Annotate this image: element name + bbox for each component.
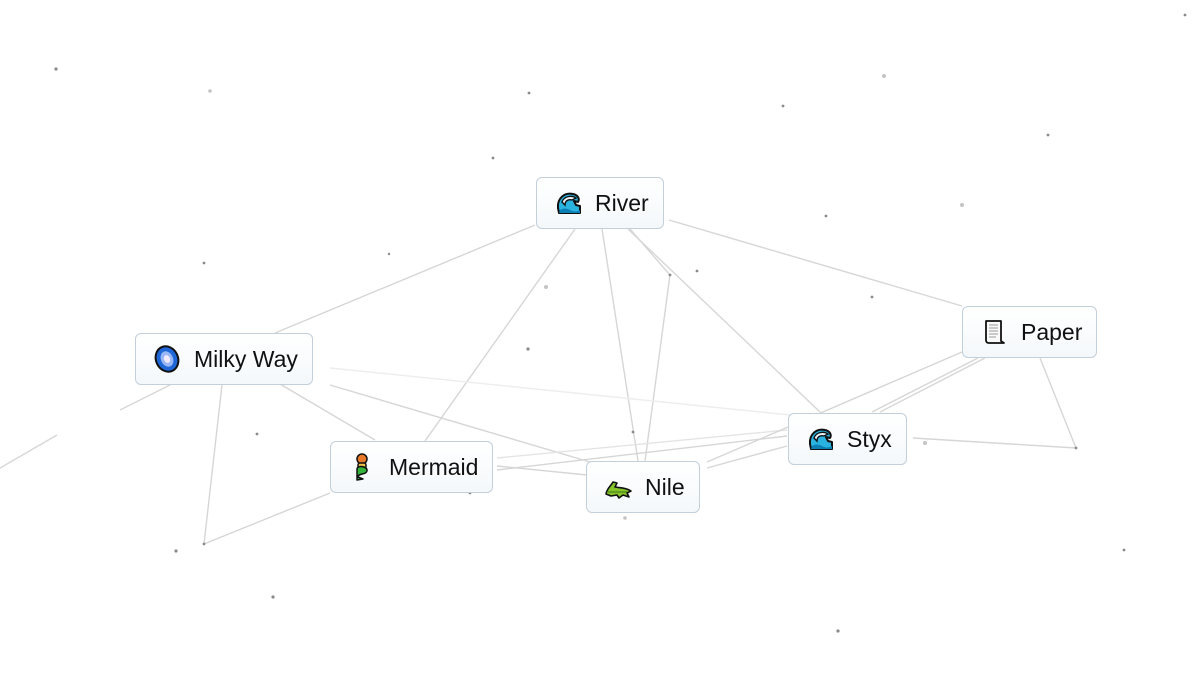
connection-line — [279, 383, 376, 441]
background-dot — [208, 89, 212, 93]
connection-line — [274, 224, 536, 334]
background-dot — [623, 516, 627, 520]
background-dot — [1122, 548, 1126, 552]
connection-line — [879, 357, 986, 413]
connection-line — [601, 228, 639, 462]
connection-line — [496, 465, 588, 476]
connection-line — [496, 429, 788, 459]
connection-line — [329, 367, 791, 416]
background-dot — [695, 269, 699, 273]
element-label: Milky Way — [194, 345, 298, 372]
connection-line — [629, 228, 671, 276]
background-dot — [668, 273, 672, 277]
background-dot — [202, 261, 206, 265]
scroll-page-icon — [979, 317, 1009, 347]
background-dot — [781, 104, 785, 108]
connection-line — [203, 384, 223, 545]
element-tile-nile[interactable]: Nile — [586, 461, 700, 513]
crocodile-icon — [603, 472, 633, 502]
background-dot — [1074, 446, 1078, 450]
element-label: River — [595, 189, 649, 216]
connection-line — [1039, 357, 1077, 449]
background-dot — [960, 203, 964, 207]
background-dot — [202, 542, 206, 546]
background-dot — [255, 432, 259, 436]
element-tile-mermaid[interactable]: Mermaid — [330, 441, 494, 493]
background-dot — [526, 347, 530, 351]
connection-line — [871, 357, 979, 413]
background-dot — [174, 549, 178, 553]
background-dot — [544, 285, 548, 289]
connection-line — [203, 492, 331, 545]
background-dot — [631, 430, 635, 434]
background-dot — [1183, 13, 1187, 17]
water-wave-icon — [805, 424, 835, 454]
element-tile-river[interactable]: River — [536, 177, 664, 229]
background-dot — [870, 295, 874, 299]
connection-line — [119, 384, 171, 411]
background-dot — [923, 441, 927, 445]
element-label: Mermaid — [389, 453, 479, 480]
background-dot — [271, 595, 275, 599]
mermaid-icon — [347, 452, 377, 482]
background-dot — [882, 74, 886, 78]
connection-line — [0, 434, 58, 469]
element-tile-milky-way[interactable]: Milky Way — [135, 333, 313, 385]
background-dot — [54, 67, 58, 71]
element-tile-paper[interactable]: Paper — [962, 306, 1098, 358]
element-label: Nile — [645, 473, 685, 500]
background-dot — [824, 214, 828, 218]
background-dot — [527, 91, 531, 95]
background-dot — [836, 629, 840, 633]
galaxy-icon — [152, 344, 182, 374]
element-label: Paper — [1021, 318, 1083, 345]
element-tile-styx[interactable]: Styx — [788, 413, 907, 465]
connection-line — [644, 274, 671, 462]
connection-line — [912, 437, 1077, 449]
water-wave-icon — [553, 188, 583, 218]
connection-line — [668, 219, 963, 307]
background-dot — [491, 156, 495, 160]
background-dot — [387, 252, 391, 256]
background-dot — [1046, 133, 1050, 137]
element-label: Styx — [847, 425, 892, 452]
